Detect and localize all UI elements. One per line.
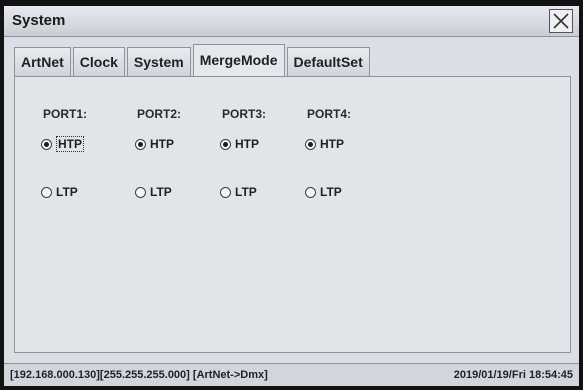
tab-defaultset[interactable]: DefaultSet (286, 47, 370, 76)
port1-htp-option[interactable]: HTP (41, 135, 84, 153)
close-icon (553, 13, 569, 29)
port1-ltp-option[interactable]: LTP (41, 183, 78, 201)
tab-system[interactable]: System (126, 47, 191, 76)
port1-group: PORT1: HTP LTP (41, 107, 121, 199)
radio-selected-icon[interactable] (41, 138, 52, 150)
port2-ltp-option[interactable]: LTP (135, 183, 172, 201)
close-button[interactable] (549, 9, 573, 33)
radio-selected-icon[interactable] (135, 138, 146, 150)
port2-htp-label: HTP (150, 137, 174, 151)
port1-label: PORT1: (43, 107, 88, 121)
radio-unselected-icon[interactable] (41, 186, 52, 198)
tab-artnet[interactable]: ArtNet (14, 47, 71, 76)
window-titlebar: System (4, 6, 579, 37)
radio-unselected-icon[interactable] (305, 186, 316, 198)
touch-screen: System ArtNet Clock System MergeMode Def… (4, 6, 579, 386)
port3-htp-option[interactable]: HTP (220, 135, 259, 153)
port4-ltp-label: LTP (320, 185, 342, 199)
port3-ltp-label: LTP (235, 185, 257, 199)
radio-unselected-icon[interactable] (220, 186, 231, 198)
status-mask: [255.255.255.000] (99, 369, 190, 381)
status-mode: [ArtNet->Dmx] (192, 369, 268, 381)
port4-htp-label: HTP (320, 137, 344, 151)
port4-htp-option[interactable]: HTP (305, 135, 344, 153)
port2-label: PORT2: (137, 107, 182, 121)
port2-group: PORT2: HTP LTP (135, 107, 215, 199)
port4-group: PORT4: HTP LTP (305, 107, 385, 199)
status-network: [192.168.000.130][255.255.255.000] [ArtN… (10, 364, 268, 386)
tab-clock[interactable]: Clock (72, 47, 125, 76)
port3-group: PORT3: HTP LTP (220, 107, 300, 199)
status-bar: [192.168.000.130][255.255.255.000] [ArtN… (4, 363, 579, 386)
device-bezel: System ArtNet Clock System MergeMode Def… (0, 0, 583, 390)
port4-ltp-option[interactable]: LTP (305, 183, 342, 201)
status-ip: [192.168.000.130] (10, 369, 100, 381)
window-title: System (12, 12, 66, 29)
radio-selected-icon[interactable] (305, 138, 316, 150)
port3-label: PORT3: (222, 107, 267, 121)
status-datetime: 2019/01/19/Fri 18:54:45 (453, 369, 573, 381)
port2-ltp-label: LTP (150, 185, 172, 199)
radio-selected-icon[interactable] (220, 138, 231, 150)
mergemode-panel: PORT1: HTP LTP PORT2: HTP LTP PORT3: HTP… (14, 76, 571, 353)
tab-bar: ArtNet Clock System MergeMode DefaultSet (14, 44, 372, 77)
port3-ltp-option[interactable]: LTP (220, 183, 257, 201)
radio-unselected-icon[interactable] (135, 186, 146, 198)
port1-ltp-label: LTP (56, 185, 78, 199)
port4-label: PORT4: (307, 107, 352, 121)
port3-htp-label: HTP (235, 137, 259, 151)
port1-htp-label: HTP (56, 136, 84, 152)
tab-mergemode[interactable]: MergeMode (192, 44, 285, 77)
port2-htp-option[interactable]: HTP (135, 135, 174, 153)
